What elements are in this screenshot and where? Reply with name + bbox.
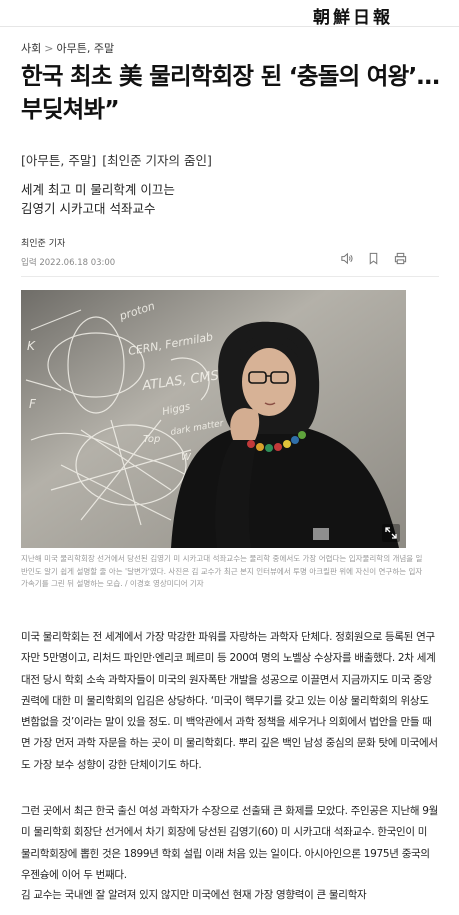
board-text-f: F [29, 397, 37, 411]
article-tools [340, 252, 407, 265]
board-text-w: W [181, 452, 192, 463]
photo-caption: 지난해 미국 물리학회장 선거에서 당선된 김영기 미 시카고대 석좌교수는 물… [21, 554, 423, 588]
body-paragraph-3: 김 교수는 국내엔 잘 알려져 있지 않지만 미국에선 현재 가장 영향력이 큰… [21, 889, 367, 901]
article-tags: [아무튼, 주말] [최인준 기자의 줌인] [21, 150, 214, 169]
author-byline[interactable]: 최인준 기자 [21, 236, 65, 249]
board-text-k: K [27, 339, 36, 353]
article-subheadline: 세계 최고 미 물리학계 이끄는 김영기 시카고대 석좌교수 [21, 180, 175, 218]
breadcrumb: 사회 > 아무튼, 주말 [21, 40, 114, 56]
masthead: 朝鮮日報 [0, 0, 459, 28]
board-text-top: Top [143, 434, 160, 445]
breadcrumb-subsection[interactable]: 아무튼, 주말 [56, 42, 114, 55]
body-paragraph-2: 그런 곳에서 최근 한국 출신 여성 과학자가 수장으로 선출돼 큰 화제를 모… [21, 805, 438, 881]
expand-icon [385, 527, 397, 539]
subheadline-line-2: 김영기 시카고대 석좌교수 [21, 201, 156, 216]
article-headline: 한국 최초 美 물리학회장 된 ‘충돌의 여왕’… 부딪쳐봐” [21, 62, 440, 123]
subheadline-line-1: 세계 최고 미 물리학계 이끄는 [21, 182, 175, 197]
article-photo[interactable]: proton CERN, Fermilab ATLAS, CMS, ALICE … [21, 290, 406, 548]
body-paragraph-1: 미국 물리학회는 전 세계에서 가장 막강한 파워를 자랑하는 과학자 단체다.… [21, 631, 438, 771]
audio-icon[interactable] [340, 252, 353, 265]
publish-date: 입력 2022.06.18 03:00 [21, 258, 116, 268]
bookmark-icon[interactable] [367, 252, 380, 265]
newspaper-logo[interactable]: 朝鮮日報 [313, 3, 393, 28]
header-divider [21, 276, 439, 277]
expand-photo-button[interactable] [382, 524, 400, 542]
tag-series[interactable]: [아무튼, 주말] [21, 153, 96, 168]
breadcrumb-section[interactable]: 사회 [21, 42, 41, 55]
breadcrumb-separator: > [44, 42, 54, 55]
print-icon[interactable] [394, 252, 407, 265]
tag-column[interactable]: [최인준 기자의 줌인] [102, 153, 212, 168]
